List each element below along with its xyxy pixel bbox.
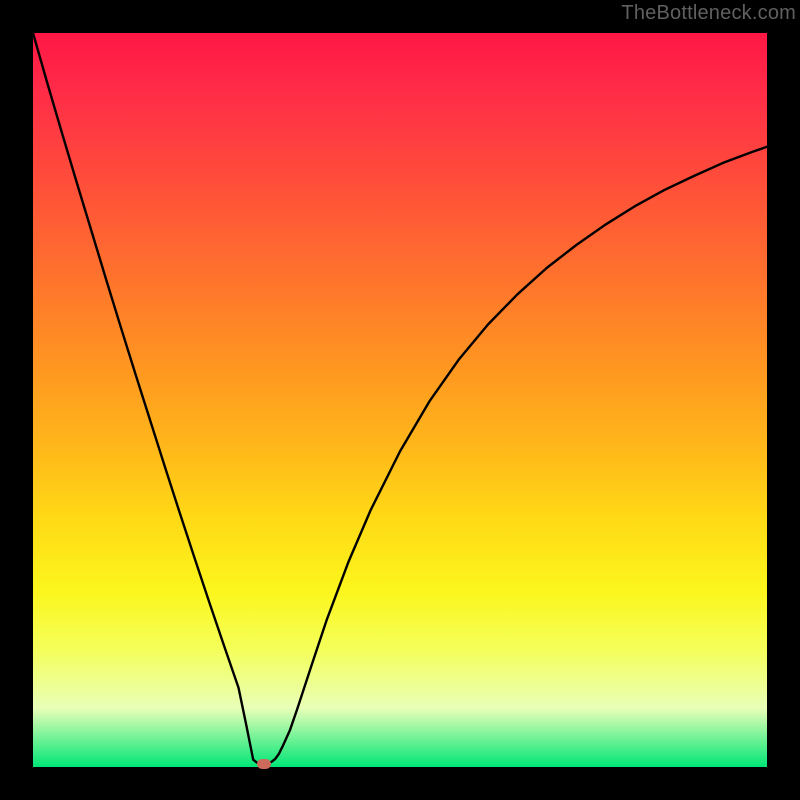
plot-background — [33, 33, 767, 767]
chart-marker — [257, 759, 271, 769]
chart-frame: TheBottleneck.com — [0, 0, 800, 800]
watermark: TheBottleneck.com — [621, 2, 796, 25]
